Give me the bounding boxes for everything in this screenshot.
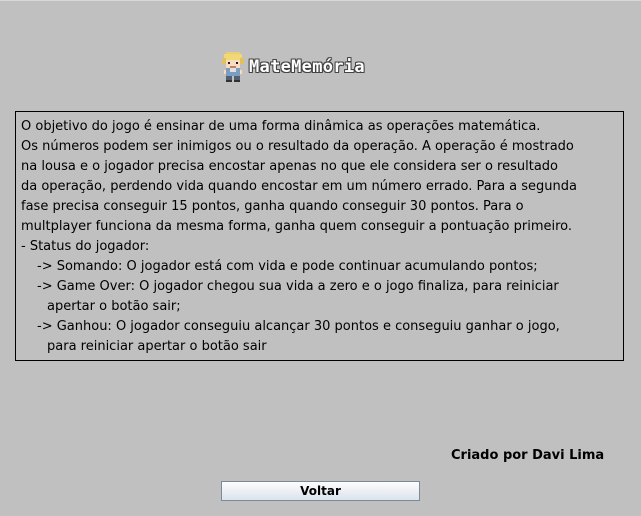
description-line: da operação, perdendo vida quando encost… <box>21 179 577 194</box>
back-button[interactable]: Voltar <box>221 481 420 501</box>
status-item-ganhou: -> Ganhou: O jogador conseguiu alcançar … <box>37 319 560 334</box>
status-item-game-over: -> Game Over: O jogador chegou sua vida … <box>37 279 559 294</box>
description-line: na lousa e o jogador precisa encostar ap… <box>21 159 559 174</box>
status-heading: - Status do jogador: <box>21 239 150 254</box>
game-title: MateMemória <box>220 52 365 82</box>
description-line: O objetivo do jogo é ensinar de uma form… <box>21 119 541 134</box>
description-line: fase precisa conseguir 15 pontos, ganha … <box>21 199 524 214</box>
window-top-edge <box>0 0 641 1</box>
status-item-somando: -> Somando: O jogador está com vida e po… <box>37 259 538 274</box>
back-button-label: Voltar <box>300 484 341 498</box>
pixel-character-icon <box>222 52 244 82</box>
description-line: multplayer funciona da mesma forma, ganh… <box>21 219 573 234</box>
description-line: Os números podem ser inimigos ou o resul… <box>21 139 574 154</box>
game-title-text: MateMemória <box>249 57 365 77</box>
status-item-ganhou-continued: para reiniciar apertar o botão sair <box>47 339 267 354</box>
status-item-game-over-continued: apertar o botão sair; <box>47 299 181 314</box>
author-credit: Criado por Davi Lima <box>451 448 605 463</box>
description-panel: O objetivo do jogo é ensinar de uma form… <box>15 111 624 361</box>
